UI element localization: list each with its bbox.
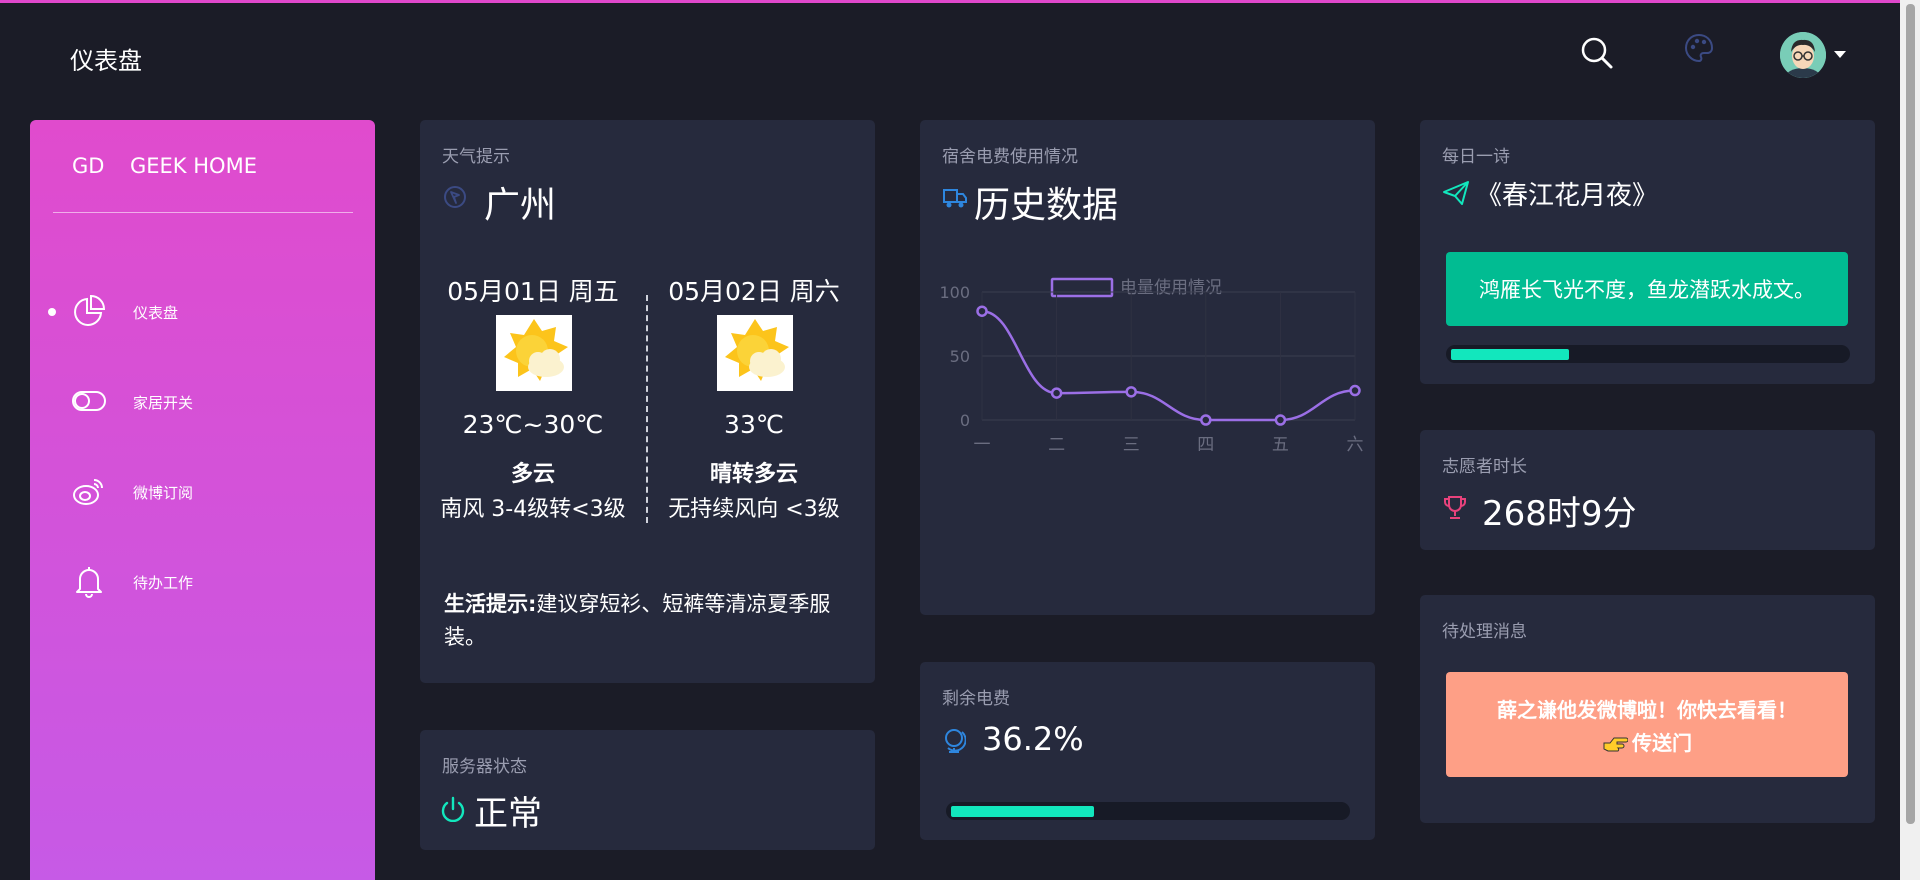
chart-heading: 历史数据: [974, 185, 1119, 226]
poem-name: 《春江花月夜》: [1476, 181, 1659, 211]
weibo-icon: [73, 479, 103, 505]
progress-fill: [951, 806, 1094, 817]
usage-line-chart: 电量使用情况 0 50 100 一 二 三 四 五 六: [939, 277, 1364, 455]
sidebar-item-dashboard[interactable]: 仪表盘: [30, 280, 375, 340]
truck-icon: [943, 189, 967, 208]
chevron-down-icon[interactable]: [1834, 51, 1846, 58]
divider: [646, 295, 648, 523]
y-tick-label: 50: [950, 347, 970, 366]
forecast-condition: 晴转多云: [709, 462, 798, 487]
active-indicator: [48, 308, 56, 316]
sidebar-item-label: 待办工作: [133, 574, 194, 592]
server-status-value: 正常: [474, 794, 542, 834]
sidebar-item-weibo[interactable]: 微博订阅: [30, 460, 375, 520]
forecast-temp: 33℃: [724, 410, 784, 439]
paper-plane-icon: [1443, 181, 1469, 205]
data-point: [1125, 386, 1137, 398]
search-icon[interactable]: [1580, 36, 1614, 70]
data-point: [1200, 414, 1212, 426]
message-text: 薛之谦他发微博啦！你快去看看！: [1497, 698, 1797, 722]
message-item[interactable]: 薛之谦他发微博啦！你快去看看！ 传送门: [1446, 672, 1848, 777]
power-icon: [441, 796, 465, 822]
bell-icon: [76, 567, 102, 598]
card-title: 每日一诗: [1442, 147, 1510, 167]
divider: [53, 212, 353, 213]
electricity-usage-card: 宿舍电费使用情况 历史数据 电量使用情况 0 50 100 一 二 三 四 五 六: [920, 120, 1375, 615]
life-tip: 生活提示:建议穿短衫、短裤等清凉夏季服装。: [444, 588, 860, 654]
data-point: [1050, 387, 1063, 399]
data-point: [1349, 384, 1361, 397]
balance-progress: [946, 802, 1350, 820]
city-name: 广州: [484, 185, 557, 226]
balance-value: 36.2%: [982, 720, 1084, 758]
trophy-icon: [1444, 496, 1466, 519]
forecast-condition: 多云: [510, 462, 555, 487]
forecast-date: 05月02日 周六: [668, 277, 840, 306]
pointing-hand-icon: [1603, 737, 1629, 752]
partly-cloudy-icon: [717, 315, 793, 391]
card-title: 剩余电费: [942, 689, 1010, 709]
poem-line: 鸿雁长飞光不度，鱼龙潜跃水成文。: [1446, 252, 1848, 326]
data-point: [976, 305, 988, 317]
legend-label: 电量使用情况: [1120, 277, 1222, 298]
toggle-icon: [72, 391, 106, 411]
x-tick-label: 三: [1123, 435, 1140, 455]
x-tick-label: 一: [974, 435, 991, 455]
y-tick-label: 0: [960, 411, 970, 430]
partly-cloudy-icon: [496, 315, 572, 391]
card-title: 待处理消息: [1442, 622, 1527, 642]
card-title: 志愿者时长: [1442, 457, 1527, 477]
legend-swatch: [1050, 277, 1114, 298]
data-point: [1274, 414, 1287, 426]
x-tick-label: 二: [1048, 435, 1065, 455]
forecast-temp: 23℃~30℃: [462, 410, 604, 439]
sidebar: GD GEEK HOME 仪表盘 家居开关 微博订阅 待办工作: [30, 120, 375, 880]
scrollbar-thumb[interactable]: [1906, 4, 1915, 824]
forecast-wind: 南风 3-4级转<3级: [440, 497, 626, 522]
palette-icon[interactable]: [1683, 32, 1715, 64]
avatar[interactable]: [1780, 32, 1826, 78]
balance-card: 剩余电费 36.2%: [920, 662, 1375, 840]
progress-fill: [1451, 349, 1570, 360]
header: 仪表盘: [0, 3, 1920, 108]
daily-poem-card: 每日一诗 《春江花月夜》 鸿雁长飞光不度，鱼龙潜跃水成文。: [1420, 120, 1875, 384]
server-status-card: 服务器状态 正常: [420, 730, 875, 850]
sidebar-item-home-switch[interactable]: 家居开关: [30, 370, 375, 430]
card-title: 服务器状态: [442, 757, 527, 777]
message-link[interactable]: 传送门: [1446, 727, 1848, 756]
globe-icon: [945, 729, 966, 753]
sidebar-item-todo[interactable]: 待办工作: [30, 550, 375, 610]
sidebar-item-label: 家居开关: [133, 394, 194, 412]
location-icon: [444, 186, 466, 208]
message-link-label: 传送门: [1632, 731, 1692, 755]
card-title: 宿舍电费使用情况: [942, 147, 1078, 167]
x-tick-label: 四: [1197, 435, 1214, 455]
pending-messages-card: 待处理消息 薛之谦他发微博啦！你快去看看！ 传送门: [1420, 595, 1875, 823]
life-tip-label: 生活提示:: [444, 592, 537, 616]
sidebar-item-label: 仪表盘: [133, 304, 179, 322]
x-tick-label: 五: [1272, 435, 1289, 455]
poem-progress: [1446, 345, 1850, 363]
pie-chart-icon: [74, 294, 106, 326]
brand-name: GEEK HOME: [130, 154, 257, 178]
card-title: 天气提示: [442, 147, 510, 167]
forecast-wind: 无持续风向 <3级: [668, 497, 840, 522]
forecast-date: 05月01日 周五: [447, 277, 619, 306]
volunteer-card: 志愿者时长 268时9分: [1420, 430, 1875, 550]
volunteer-hours: 268时9分: [1482, 494, 1637, 534]
x-tick-label: 六: [1347, 435, 1364, 455]
series-line: [981, 309, 1356, 422]
y-tick-label: 100: [939, 283, 970, 302]
weather-card: 天气提示 广州 05月01日 周五 23℃~30℃ 多云 南风 3-4级转<3级…: [420, 120, 875, 683]
user-menu[interactable]: [1780, 32, 1850, 80]
sidebar-item-label: 微博订阅: [133, 484, 194, 502]
brand-logo: GD: [72, 154, 105, 178]
page-title: 仪表盘: [70, 47, 142, 75]
